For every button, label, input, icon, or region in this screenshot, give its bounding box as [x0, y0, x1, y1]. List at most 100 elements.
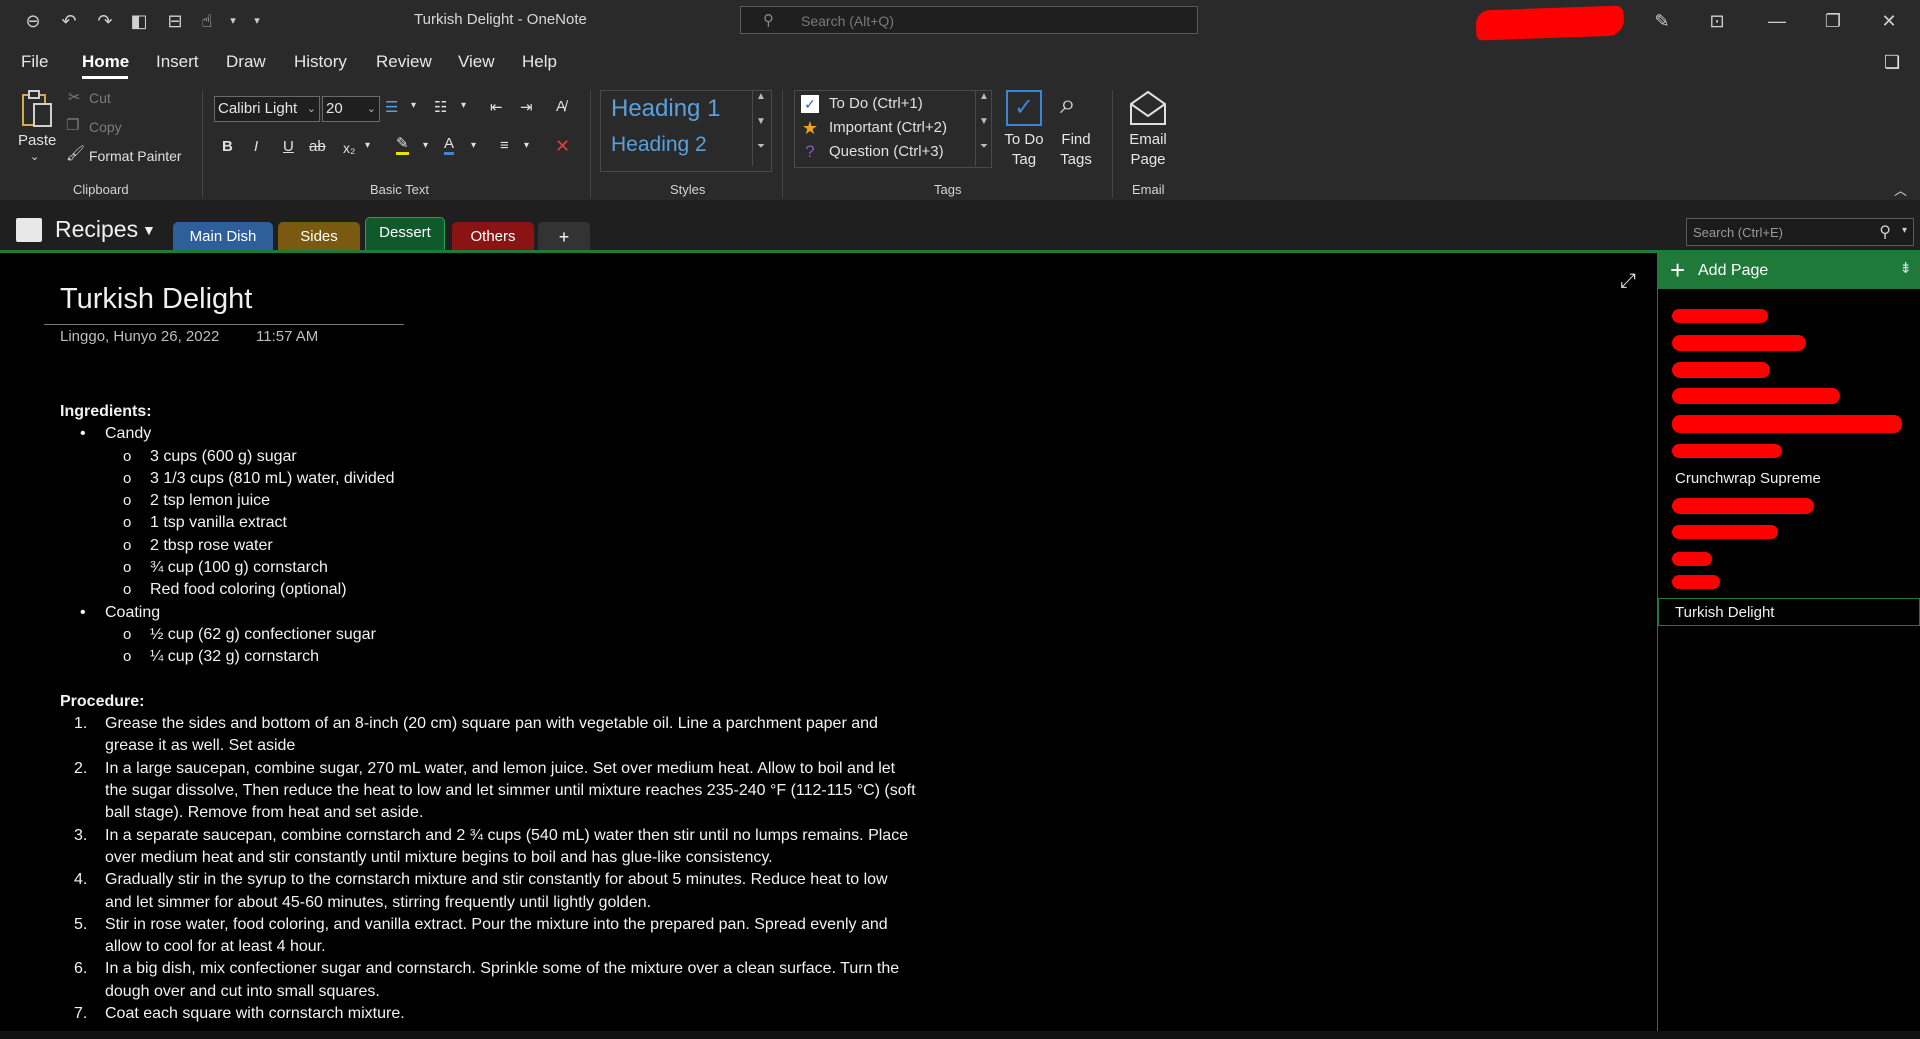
panel-icon[interactable]: ❏ [1884, 52, 1900, 73]
page-item-crunchwrap[interactable]: Crunchwrap Supreme [1675, 470, 1821, 487]
redacted-page[interactable] [1672, 444, 1782, 458]
collapse-ribbon-icon[interactable]: ︿ [1894, 180, 1907, 199]
tag-important[interactable]: ★ Important (Ctrl+2) [801, 119, 947, 137]
tab-file[interactable]: File [21, 52, 48, 72]
bullets-icon[interactable]: ☰ [385, 98, 398, 116]
bold-button[interactable]: B [222, 138, 233, 155]
tab-help[interactable]: Help [522, 52, 557, 72]
todo-tag-button[interactable]: To Do Tag [994, 130, 1054, 170]
back-icon[interactable]: ⊖ [22, 10, 44, 32]
todo-tag-icon[interactable]: ✓ [1006, 90, 1042, 126]
redacted-page[interactable] [1672, 498, 1814, 514]
restore-icon[interactable]: ❐ [1818, 8, 1848, 34]
undo-icon[interactable]: ↶ [58, 10, 80, 32]
minimize-icon[interactable]: — [1762, 8, 1792, 34]
find-tags-icon[interactable]: ⌕ [1060, 88, 1100, 128]
redo-icon[interactable]: ↷ [94, 10, 116, 32]
underline-button[interactable]: U [283, 138, 294, 155]
page-search-input[interactable]: Search (Ctrl+E) ⚲ ▾ [1686, 218, 1914, 246]
customize-qat-icon[interactable]: ▾ [246, 10, 268, 32]
font-color-icon[interactable]: A [444, 136, 455, 155]
touch-mode-icon[interactable]: ☝ [196, 10, 218, 32]
fullscreen-icon[interactable]: ⊡ [1702, 8, 1732, 34]
chevron-down-icon[interactable]: ▾ [1902, 225, 1907, 236]
increase-indent-icon[interactable]: ⇥ [520, 98, 533, 116]
style-heading-1[interactable]: Heading 1 [611, 95, 720, 123]
numbering-icon[interactable]: ☷ [434, 98, 447, 116]
search-input[interactable]: ⚲ Search (Alt+Q) [740, 6, 1198, 34]
chevron-down-icon[interactable]: ▾ [222, 10, 244, 32]
redacted-page[interactable] [1672, 415, 1902, 433]
procedure-step: 7. Coat each square with cornstarch mixt… [60, 1003, 1060, 1025]
tab-history[interactable]: History [294, 52, 347, 72]
clear-formatting-icon[interactable]: A̸ [556, 98, 566, 115]
email-page-button[interactable]: Email Page [1120, 130, 1176, 170]
note-container[interactable]: Ingredients: Candy 3 cups (600 g) sugar … [60, 401, 1060, 1025]
tag-todo[interactable]: ✓ To Do (Ctrl+1) [801, 95, 923, 114]
section-tab-dessert[interactable]: Dessert [365, 217, 445, 251]
find-tags-button[interactable]: Find Tags [1050, 130, 1102, 170]
section-tab-sides[interactable]: Sides [278, 222, 360, 250]
tags-scroll-down[interactable]: ▼ [975, 116, 992, 141]
chevron-down-icon[interactable]: ▾ [365, 140, 370, 151]
expand-icon[interactable]: ⤢ [1620, 270, 1636, 293]
tags-more[interactable]: ⏷ [975, 141, 992, 166]
sort-icon[interactable]: ⇟ [1899, 259, 1912, 277]
tab-review[interactable]: Review [376, 52, 432, 72]
styles-scroll-up[interactable]: ▲ [752, 91, 769, 116]
highlight-icon[interactable]: ✎ [396, 136, 409, 155]
redacted-page[interactable] [1672, 575, 1720, 589]
tab-insert[interactable]: Insert [156, 52, 199, 72]
tab-home[interactable]: Home [82, 52, 129, 72]
chevron-down-icon[interactable]: ▼ [142, 222, 156, 238]
close-icon[interactable]: ✕ [1874, 8, 1904, 34]
styles-more[interactable]: ⏷ [752, 141, 769, 166]
page-item-turkish-delight[interactable]: Turkish Delight [1675, 604, 1774, 621]
notebook-name[interactable]: Recipes [55, 216, 138, 243]
redacted-page[interactable] [1672, 388, 1840, 404]
subscript-button[interactable]: x₂ [343, 140, 355, 156]
font-name-select[interactable]: Calibri Light ⌄ [214, 96, 320, 122]
add-section-button[interactable]: + [538, 222, 590, 250]
strikethrough-button[interactable]: ab [309, 138, 326, 155]
paste-label[interactable]: Paste [18, 132, 56, 149]
layout-icon[interactable]: ⊟ [164, 10, 186, 32]
italic-button[interactable]: I [254, 138, 258, 155]
title-bar: ⊖ ↶ ↷ ◧ ⊟ ☝ ▾ ▾ Turkish Delight - OneNot… [0, 0, 1920, 42]
email-icon[interactable] [1128, 90, 1168, 131]
redacted-page[interactable] [1672, 362, 1770, 378]
section-tab-main-dish[interactable]: Main Dish [173, 222, 273, 250]
redacted-page[interactable] [1672, 552, 1712, 566]
page-canvas[interactable]: Turkish Delight Linggo, Hunyo 26, 2022 1… [0, 253, 1657, 1031]
section-tab-others[interactable]: Others [452, 222, 534, 250]
add-page-button[interactable]: + Add Page ⇟ [1658, 253, 1920, 289]
tag-question[interactable]: ? Question (Ctrl+3) [801, 143, 943, 161]
step-line: Stir in rose water, food coloring, and v… [105, 915, 888, 933]
paste-button[interactable] [20, 90, 54, 130]
tab-view[interactable]: View [458, 52, 495, 72]
chevron-down-icon[interactable]: ⌄ [30, 150, 39, 163]
page-title[interactable]: Turkish Delight [60, 283, 252, 316]
chevron-down-icon[interactable]: ▾ [461, 100, 466, 111]
chevron-down-icon[interactable]: ▾ [524, 140, 529, 151]
clear-format-x-icon[interactable]: ✕ [555, 136, 570, 157]
font-size-select[interactable]: 20 ⌄ [322, 96, 380, 122]
styles-scroll-down[interactable]: ▼ [752, 116, 769, 141]
tags-scroll-up[interactable]: ▲ [975, 91, 992, 116]
format-painter-button[interactable]: Format Painter [89, 148, 182, 164]
chevron-down-icon[interactable]: ▾ [471, 140, 476, 151]
redacted-page[interactable] [1672, 335, 1806, 351]
align-icon[interactable]: ≡ [500, 137, 509, 154]
cut-button[interactable]: Cut [89, 90, 111, 106]
decrease-indent-icon[interactable]: ⇤ [490, 98, 503, 116]
pen-icon[interactable]: ✎ [1647, 8, 1677, 34]
find-tags-label-1: Find [1061, 131, 1091, 148]
dock-icon[interactable]: ◧ [128, 10, 150, 32]
chevron-down-icon[interactable]: ▾ [423, 140, 428, 151]
chevron-down-icon[interactable]: ▾ [411, 100, 416, 111]
style-heading-2[interactable]: Heading 2 [611, 133, 707, 157]
redacted-page[interactable] [1672, 525, 1778, 539]
tab-draw[interactable]: Draw [226, 52, 266, 72]
redacted-page[interactable] [1672, 309, 1768, 323]
copy-button[interactable]: Copy [89, 119, 122, 135]
